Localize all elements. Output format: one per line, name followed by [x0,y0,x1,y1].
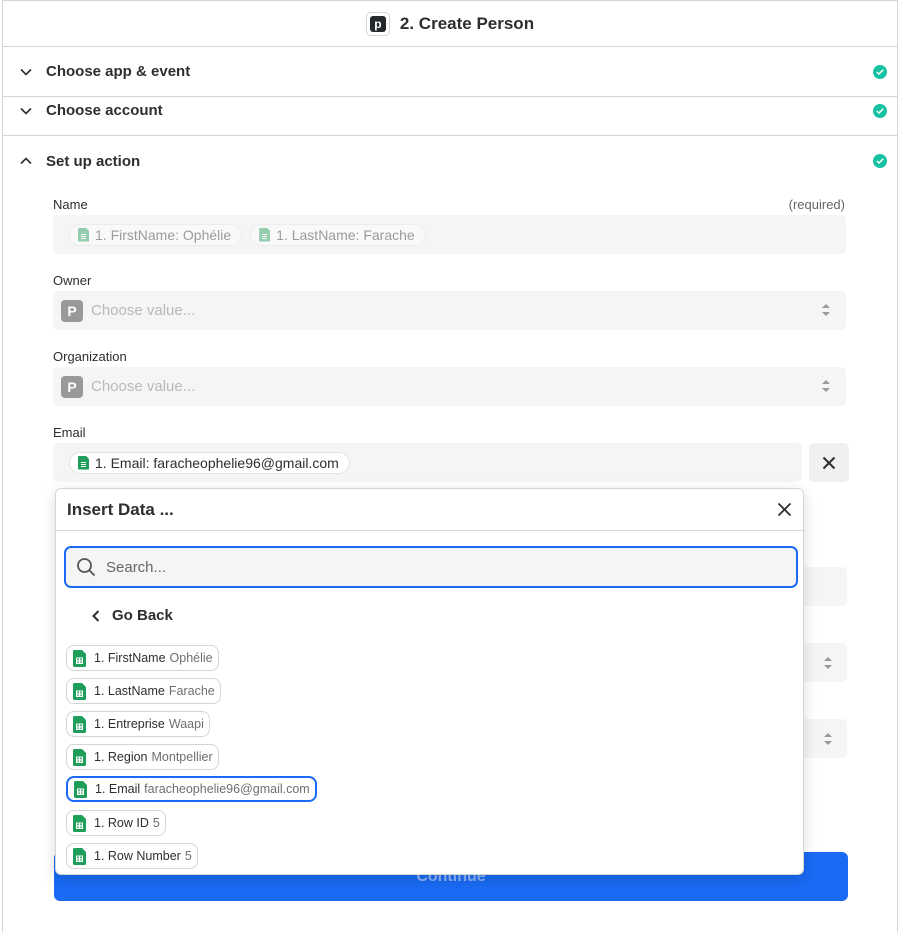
google-sheets-icon [73,649,86,667]
section-set-up-action[interactable]: Set up action [3,136,897,186]
owner-field-label: Owner [53,273,92,288]
organization-field-label: Organization [53,349,127,364]
step-title: 2. Create Person [399,13,535,33]
section-choose-account[interactable]: Choose account [3,86,897,136]
email-field[interactable]: 1. Email: faracheophelie96@gmail.com [53,443,802,482]
check-circle-icon [873,154,887,168]
owner-placeholder: Choose value... [91,302,196,319]
popup-title: Insert Data ... [67,499,174,519]
chevron-down-icon [18,103,34,119]
close-icon [777,502,791,516]
token-pill[interactable]: 1. FirstName: Ophélie [69,223,243,246]
search-box[interactable] [64,546,798,588]
check-circle-icon [873,64,887,79]
data-item-email[interactable]: 1. Email faracheophelie96@gmail.com [66,776,317,802]
data-item-row-id[interactable]: 1. Row ID 5 [66,810,166,836]
token-pill[interactable]: 1. LastName: Farache [250,223,426,246]
email-field-label: Email [53,425,86,440]
sort-arrows-icon [824,733,832,745]
search-icon [77,558,96,577]
section-label: Choose account [46,102,163,119]
chevron-up-icon [18,153,34,169]
google-sheets-icon [259,228,270,242]
hidden-field[interactable] [803,567,847,606]
required-label: (required) [788,197,845,212]
name-field-label: Name [53,197,88,212]
organization-select[interactable]: P Choose value... [53,367,846,406]
popup-header: Insert Data ... [56,489,803,531]
google-sheets-icon [73,715,86,733]
chevron-left-icon [92,609,100,622]
google-sheets-icon [73,814,86,832]
data-item-entreprise[interactable]: 1. Entreprise Waapi [66,711,210,737]
name-field[interactable]: 1. FirstName: Ophélie 1. LastName: Farac… [53,215,846,254]
google-sheets-icon [74,780,87,798]
owner-select[interactable]: P Choose value... [53,291,846,330]
organization-placeholder: Choose value... [91,378,196,395]
token-pill[interactable]: 1. Email: faracheophelie96@gmail.com [69,451,350,474]
close-icon [822,456,836,469]
clear-email-button[interactable] [809,443,849,482]
google-sheets-icon [73,748,86,766]
step-header: p 2. Create Person [3,1,897,47]
go-back-button[interactable]: Go Back [92,607,173,624]
insert-data-popup: Insert Data ... Go Back 1. FirstNameOphé… [55,488,804,875]
pipedrive-icon: P [61,299,83,322]
google-sheets-icon [78,228,89,242]
google-sheets-icon [73,847,86,865]
sort-arrows-icon [824,657,832,669]
zap-step-panel: p 2. Create Person Choose app & event Ch… [2,0,898,932]
sort-arrows-icon [822,380,830,392]
google-sheets-icon [73,682,86,700]
section-label: Choose app & event [46,63,191,80]
check-circle-icon [873,103,887,118]
close-popup-button[interactable] [774,499,794,519]
data-item-row-number[interactable]: 1. Row Number 5 [66,843,198,869]
data-item-firstname[interactable]: 1. FirstName Ophélie [66,645,219,671]
chevron-down-icon [18,64,34,80]
section-label: Set up action [46,152,141,170]
pipedrive-icon: P [61,375,83,398]
pipedrive-app-icon: p [365,11,390,36]
google-sheets-icon [78,456,89,470]
data-item-lastname[interactable]: 1. LastName Farache [66,678,221,704]
search-input[interactable] [106,558,746,576]
data-item-region[interactable]: 1. Region Montpellier [66,744,219,770]
sort-arrows-icon [822,304,830,316]
